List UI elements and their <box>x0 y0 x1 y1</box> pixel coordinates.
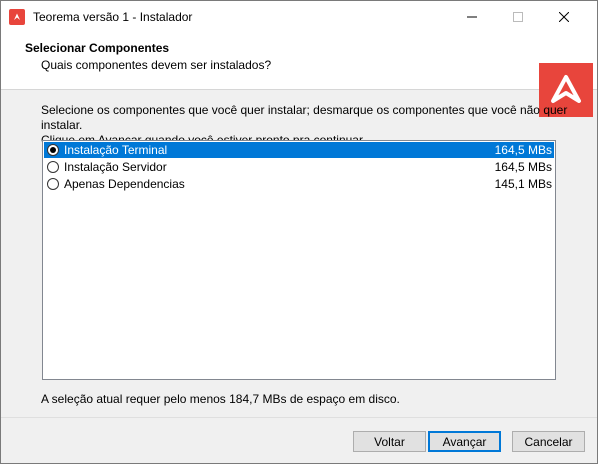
close-icon <box>559 11 569 22</box>
page-title: Selecionar Componentes <box>25 41 170 55</box>
window-title: Teorema versão 1 - Instalador <box>33 10 193 24</box>
component-label: Instalação Terminal <box>64 143 168 157</box>
cancel-button[interactable]: Cancelar <box>512 431 585 452</box>
app-logo-icon <box>9 9 25 25</box>
maximize-button <box>495 1 541 32</box>
component-item-servidor[interactable]: Instalação Servidor 164,5 MBs <box>44 159 554 175</box>
radio-unchecked-icon[interactable] <box>47 178 59 190</box>
component-label: Instalação Servidor <box>64 160 167 174</box>
minimize-icon <box>467 16 477 17</box>
disk-space-info: A seleção atual requer pelo menos 184,7 … <box>41 392 400 406</box>
title-bar[interactable]: Teorema versão 1 - Instalador <box>1 1 597 32</box>
radio-checked-icon[interactable] <box>47 144 59 156</box>
component-size: 164,5 MBs <box>494 160 552 174</box>
instructions-line-1: Selecione os componentes que você quer i… <box>41 103 568 132</box>
maximize-icon <box>513 11 523 22</box>
minimize-button[interactable] <box>449 1 495 32</box>
radio-unchecked-icon[interactable] <box>47 161 59 173</box>
component-size: 145,1 MBs <box>494 177 552 191</box>
component-size: 164,5 MBs <box>494 143 552 157</box>
close-button[interactable] <box>541 1 587 32</box>
wizard-footer: Voltar Avançar Cancelar <box>1 417 597 463</box>
component-label: Apenas Dependencias <box>64 177 185 191</box>
wizard-header: Selecionar Componentes Quais componentes… <box>1 32 597 117</box>
page-subtitle: Quais componentes devem ser instalados? <box>41 58 272 72</box>
component-item-terminal[interactable]: Instalação Terminal 164,5 MBs <box>44 142 554 158</box>
next-button[interactable]: Avançar <box>428 431 501 452</box>
installer-window: Teorema versão 1 - Instalador Selecionar… <box>0 0 598 464</box>
components-list[interactable]: Instalação Terminal 164,5 MBs Instalação… <box>42 140 556 380</box>
component-item-dependencias[interactable]: Apenas Dependencias 145,1 MBs <box>44 176 554 192</box>
back-button[interactable]: Voltar <box>353 431 426 452</box>
